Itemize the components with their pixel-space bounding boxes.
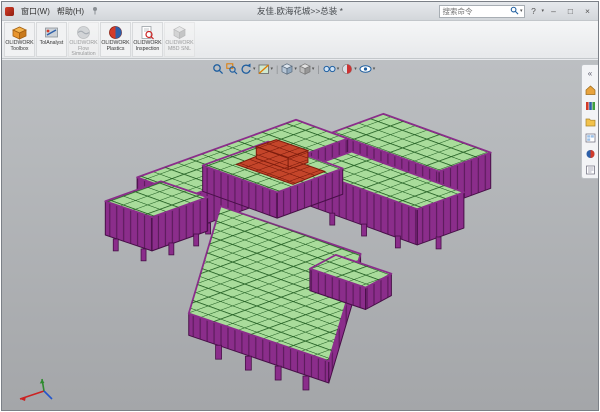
viewport-3d[interactable]: ▾ ▾ | ▾ ▾ | ▾ ▾ xyxy=(2,60,598,410)
pin-icon[interactable] xyxy=(91,6,99,17)
minimize-button[interactable]: – xyxy=(546,5,561,18)
toolbar-separator: | xyxy=(275,64,279,74)
ribbon-addins: SOLIDWORKS Toolbox TolAnalyst SOLIDWORKS… xyxy=(2,21,598,59)
solidworks-toolbox-icon xyxy=(12,25,27,40)
addin-label-line2: Flow Simulation xyxy=(69,47,98,57)
search-dropdown-caret-icon[interactable]: ▾ xyxy=(520,9,523,14)
section-view-icon[interactable]: ▾ xyxy=(258,63,274,75)
menu-item-help[interactable]: 帮助(H) xyxy=(57,6,84,17)
file-explorer-icon[interactable] xyxy=(584,116,596,127)
addin-label-line2: MBD SNL xyxy=(168,47,191,53)
appearances-scenes-icon[interactable] xyxy=(584,148,596,159)
task-pane-strip: « xyxy=(581,64,598,179)
display-style-icon[interactable]: ▾ xyxy=(299,63,315,75)
addin-label-line2: Plastics xyxy=(107,47,125,53)
flow-simulation-icon xyxy=(76,25,91,40)
addin-label-line1: TolAnalyst xyxy=(40,41,64,47)
help-dropdown-caret-icon[interactable]: ▾ xyxy=(541,9,544,14)
previous-view-icon[interactable]: ▾ xyxy=(240,63,256,75)
reference-triad-icon xyxy=(12,377,54,405)
addin-button-1[interactable]: TolAnalyst xyxy=(36,22,67,57)
addin-button-3[interactable]: SOLIDWORKS Plastics xyxy=(100,22,131,57)
view-settings-icon[interactable]: ▾ xyxy=(359,63,376,75)
custom-properties-icon[interactable] xyxy=(584,164,596,175)
assembly-model[interactable] xyxy=(2,60,598,410)
dropdown-caret-icon[interactable]: ▾ xyxy=(271,67,274,72)
addin-label-line2: Toolbox xyxy=(11,47,29,53)
addin-button-4[interactable]: SOLIDWORKS Inspection xyxy=(132,22,163,57)
menu-item-window[interactable]: 窗口(W) xyxy=(21,6,50,17)
menu-bar: 窗口(W) 帮助(H) xyxy=(2,6,99,17)
view-palette-icon[interactable] xyxy=(584,132,596,143)
heads-up-view-toolbar: ▾ ▾ | ▾ ▾ | ▾ ▾ xyxy=(212,63,375,75)
dropdown-caret-icon[interactable]: ▾ xyxy=(354,67,357,72)
command-search-box: ▾ xyxy=(439,5,525,18)
solidworks-window: 窗口(W) 帮助(H) 友佳.欧海花城>>总装 * ▾ ? ▾ – □ × xyxy=(1,1,599,411)
solidworks-resources-icon[interactable] xyxy=(584,84,596,95)
addin-button-5: SOLIDWORKS MBD SNL xyxy=(164,22,195,57)
addin-label-line2: Inspection xyxy=(136,47,160,53)
search-icon[interactable] xyxy=(510,6,519,17)
edit-appearance-icon[interactable]: ▾ xyxy=(341,63,357,75)
dropdown-caret-icon[interactable]: ▾ xyxy=(253,67,256,72)
addin-button-2: SOLIDWORKS Flow Simulation xyxy=(68,22,99,57)
view-orientation-icon[interactable]: ▾ xyxy=(281,63,297,75)
dropdown-caret-icon[interactable]: ▾ xyxy=(294,67,297,72)
dropdown-caret-icon[interactable]: ▾ xyxy=(373,67,376,72)
titlebar-right: ▾ ? ▾ – □ × xyxy=(439,5,598,18)
toolbar-separator: | xyxy=(316,64,320,74)
plastics-icon xyxy=(108,25,123,40)
app-icon[interactable] xyxy=(5,7,14,16)
zoom-area-icon[interactable] xyxy=(226,63,238,75)
close-button[interactable]: × xyxy=(580,5,595,18)
tolanalyst-icon xyxy=(44,25,59,40)
search-input[interactable] xyxy=(442,7,508,16)
collapse-panel-icon[interactable]: « xyxy=(584,68,596,79)
titlebar: 窗口(W) 帮助(H) 友佳.欧海花城>>总装 * ▾ ? ▾ – □ × xyxy=(2,2,598,21)
help-button[interactable]: ? xyxy=(527,5,539,18)
addin-button-0[interactable]: SOLIDWORKS Toolbox xyxy=(4,22,35,57)
design-library-icon[interactable] xyxy=(584,100,596,111)
model-far-left-block[interactable] xyxy=(105,181,207,260)
inspection-icon xyxy=(140,25,155,40)
hide-show-items-icon[interactable]: ▾ xyxy=(323,63,340,75)
dropdown-caret-icon[interactable]: ▾ xyxy=(312,67,315,72)
dropdown-caret-icon[interactable]: ▾ xyxy=(337,67,340,72)
zoom-fit-icon[interactable] xyxy=(212,63,224,75)
maximize-button[interactable]: □ xyxy=(563,5,578,18)
mbd-icon xyxy=(172,25,187,40)
